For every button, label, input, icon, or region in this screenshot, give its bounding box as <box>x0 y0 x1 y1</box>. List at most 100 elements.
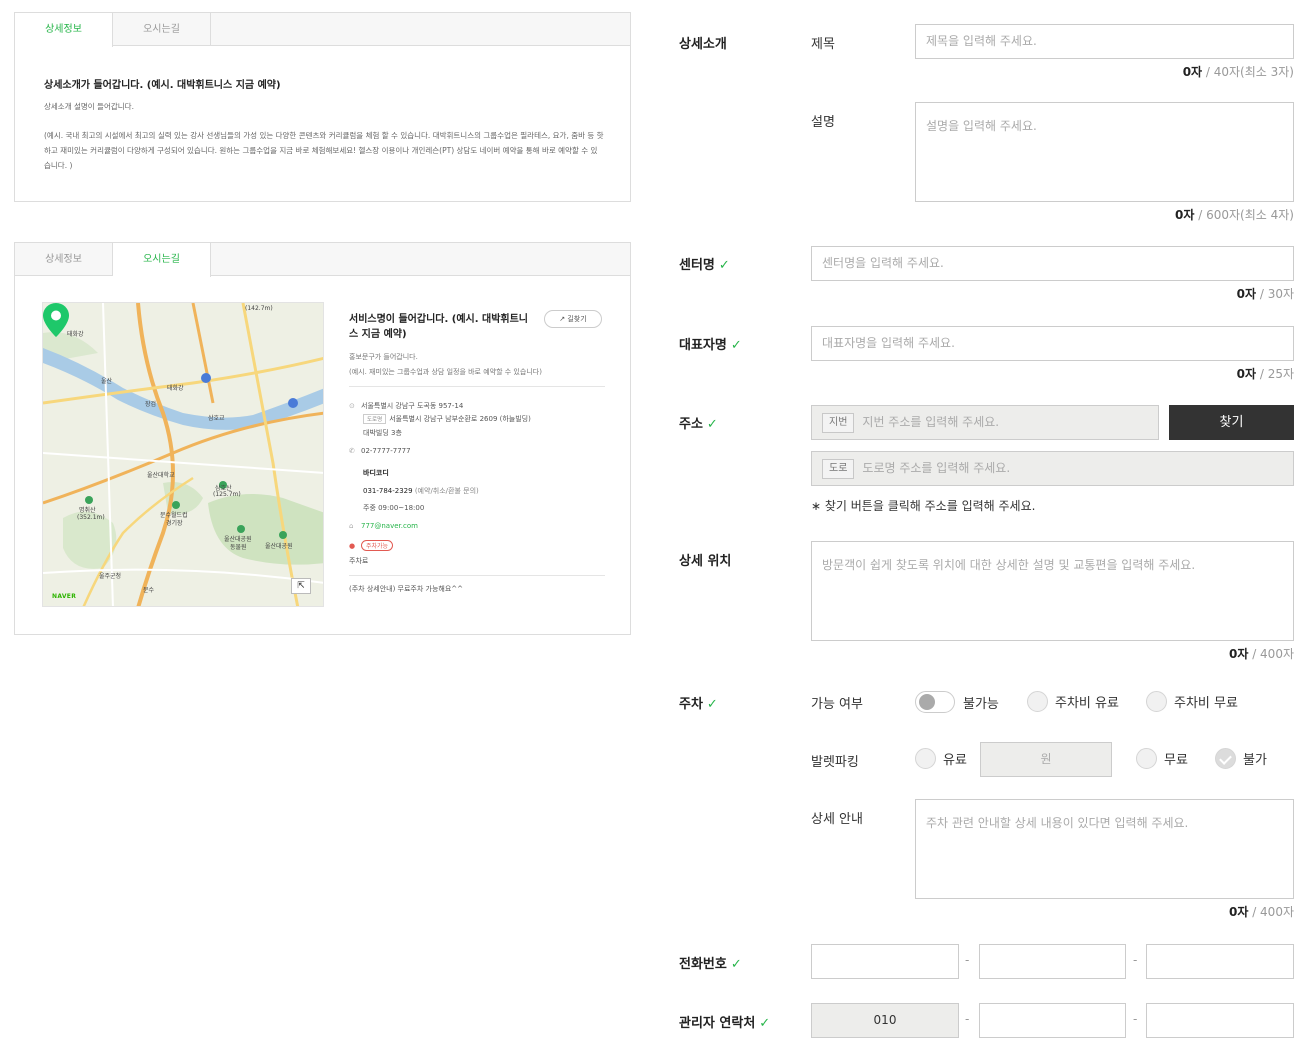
manager-phone-input-3[interactable] <box>1146 1003 1294 1038</box>
location-pin-icon <box>43 303 69 337</box>
description-limit: / 600자(최소 4자) <box>1194 208 1294 222</box>
jibun-prefix: 지번 <box>822 412 855 433</box>
location-count: 0자 <box>1228 647 1249 661</box>
center-label-text: 센터명 <box>679 258 715 273</box>
phone-icon: ✆ <box>349 447 355 455</box>
tab-directions[interactable]: 오시는길 <box>113 243 211 277</box>
map-label: 울산대공원 <box>265 543 293 550</box>
car-icon: ● <box>349 542 356 550</box>
map-label: (352.1m) <box>77 514 105 521</box>
tab-directions[interactable]: 오시는길 <box>113 13 211 46</box>
find-address-button[interactable]: 찾기 <box>1169 405 1294 440</box>
phone-input-3[interactable] <box>1146 944 1294 979</box>
map-label: 문수 <box>143 587 155 594</box>
check-icon: ✓ <box>706 697 718 712</box>
address-hint: ∗ 찾기 버튼을 클릭해 주소를 입력해 주세요. <box>811 499 1036 513</box>
radio-parking-free[interactable]: 주차비 무료 <box>1146 691 1238 712</box>
description-textarea[interactable]: 설명을 입력해 주세요. <box>915 102 1294 202</box>
tab-detail[interactable]: 상세정보 <box>15 13 113 47</box>
radio-label: 불가 <box>1243 753 1267 768</box>
radio-checked-icon <box>1215 748 1236 769</box>
section-location-label: 상세 위치 <box>679 554 732 569</box>
detail-title: 상세소개가 들어갑니다. (예시. 대박휘트니스 지금 예약) <box>44 80 281 91</box>
road-address-text: 서울특별시 강남구 남부순환로 2609 (하늘빌딩) <box>389 415 531 423</box>
address-row: ⊙ 서울특별시 강남구 도곡동 957-14 <box>349 401 463 411</box>
map-label: 울산 <box>101 378 113 385</box>
section-rep-label: 대표자명 ✓ <box>679 334 742 353</box>
radio-circle <box>1146 691 1167 712</box>
map-label: 울산대학교 <box>147 472 175 479</box>
title-counter: 0자 / 40자(최소 3자) <box>1183 63 1294 80</box>
phone-dash: - <box>965 953 970 967</box>
map-label: 장검 <box>145 401 157 408</box>
contact-name: 바디코디 <box>363 469 389 477</box>
preview-tabs: 상세정보 오시는길 <box>15 13 630 47</box>
jibun-address-input[interactable]: 지번 지번 주소를 입력해 주세요. <box>811 405 1159 440</box>
manager-phone-input-2[interactable] <box>979 1003 1126 1038</box>
map-label: 울주군청 <box>99 573 122 580</box>
address-text: 서울특별시 강남구 도곡동 957-14 <box>361 402 464 410</box>
location-counter: 0자 / 400자 <box>1229 645 1294 662</box>
map-expand-icon[interactable]: ⇱ <box>291 578 311 594</box>
service-title: 서비스명이 들어갑니다. (예시. 대박휘트니스 지금 예약) <box>349 314 529 340</box>
manager-prefix-select[interactable]: 010 <box>811 1003 959 1038</box>
naver-logo: NAVER <box>52 593 77 600</box>
tab-detail[interactable]: 상세정보 <box>15 243 113 276</box>
pin-icon: ⊙ <box>349 402 355 410</box>
email-row: ⌂ 777@naver.com <box>349 522 418 530</box>
manager-label-text: 관리자 연락처 <box>679 1016 756 1031</box>
rep-label-text: 대표자명 <box>679 338 727 353</box>
parking-label: 주차료 <box>349 557 369 565</box>
radio-label: 주차비 유료 <box>1055 696 1119 711</box>
map-label: 태화강 <box>67 331 84 338</box>
map-graphic <box>43 303 323 606</box>
radio-valet-free[interactable]: 무료 <box>1136 748 1188 769</box>
radio-parking-paid[interactable]: 주차비 유료 <box>1027 691 1119 712</box>
rep-limit: / 25자 <box>1256 367 1294 381</box>
description-counter: 0자 / 600자(최소 4자) <box>1175 206 1294 223</box>
parking-toggle[interactable] <box>915 691 955 713</box>
directions-button[interactable]: ↗ 길찾기 <box>544 310 602 328</box>
radio-valet-none[interactable]: 불가 <box>1215 748 1267 769</box>
radio-label: 무료 <box>1164 753 1188 768</box>
rep-counter: 0자 / 25자 <box>1237 365 1294 382</box>
parking-limit: / 400자 <box>1248 905 1294 919</box>
parking-detail-textarea[interactable]: 주차 관련 안내할 상세 내용이 있다면 입력해 주세요. <box>915 799 1294 899</box>
email-text[interactable]: 777@naver.com <box>361 522 418 530</box>
promo-text: 홍보문구가 들어갑니다. <box>349 353 418 361</box>
map[interactable]: (142.7m) 태화강 울산 태화강 장검 울산대학교 삼호산 (125.7m… <box>42 302 324 607</box>
phone-label-text: 전화번호 <box>679 957 727 972</box>
parking-count: 0자 <box>1228 905 1249 919</box>
radio-valet-paid[interactable]: 유료 <box>915 748 967 769</box>
road-address-row: 도로명 서울특별시 강남구 남부순환로 2609 (하늘빌딩) <box>363 414 531 424</box>
parking-availability-label: 가능 여부 <box>811 697 863 712</box>
location-textarea[interactable]: 방문객이 쉽게 찾도록 위치에 대한 상세한 설명 및 교통편을 입력해 주세요… <box>811 541 1294 641</box>
phone-row: ✆ 02-7777-7777 <box>349 447 411 455</box>
map-label: (142.7m) <box>245 305 273 312</box>
phone-input-2[interactable] <box>979 944 1126 979</box>
map-label: 삼호교 <box>208 415 225 422</box>
check-icon: ✓ <box>759 1016 771 1031</box>
location-limit: / 400자 <box>1248 647 1294 661</box>
section-phone-label: 전화번호 ✓ <box>679 953 742 972</box>
parking-badge: 주차가능 <box>361 540 394 551</box>
road-tag: 도로명 <box>363 414 387 424</box>
road-address-input[interactable]: 도로 도로명 주소를 입력해 주세요. <box>811 451 1294 486</box>
title-input[interactable]: 제목을 입력해 주세요. <box>915 24 1294 59</box>
representative-input[interactable]: 대표자명을 입력해 주세요. <box>811 326 1294 361</box>
parking-label-text: 주차 <box>679 697 703 712</box>
home-icon: ⌂ <box>349 522 354 530</box>
phone-input-1[interactable] <box>811 944 959 979</box>
center-name-input[interactable]: 센터명을 입력해 주세요. <box>811 246 1294 281</box>
parking-row: ● 주차가능 <box>349 540 394 551</box>
contact-phone: 031-784-2329 <box>363 487 413 495</box>
check-icon: ✓ <box>706 417 718 432</box>
radio-label: 주차비 무료 <box>1174 696 1238 711</box>
toggle-knob <box>919 694 935 710</box>
map-label: (125.7m) <box>213 491 241 498</box>
section-address-label: 주소 ✓ <box>679 413 718 432</box>
description-count: 0자 <box>1175 208 1195 222</box>
preview-tabs: 상세정보 오시는길 <box>15 243 630 277</box>
valet-price-input[interactable]: 원 <box>980 742 1112 777</box>
parking-unavailable-label: 불가능 <box>963 697 999 712</box>
